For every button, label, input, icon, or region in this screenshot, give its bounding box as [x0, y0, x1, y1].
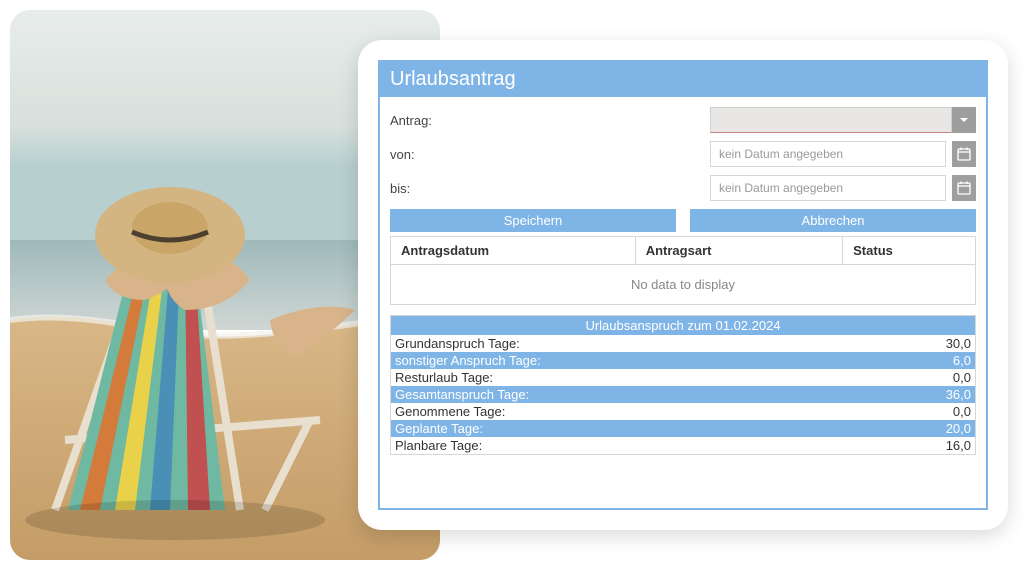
save-button[interactable]: Speichern — [390, 209, 676, 232]
grid-col-antragsdatum[interactable]: Antragsdatum — [391, 237, 636, 265]
von-row: von: kein Datum angegeben — [390, 141, 976, 167]
von-calendar-button[interactable] — [952, 141, 976, 167]
antrag-row: Antrag: — [390, 107, 976, 133]
summary-row: Grundanspruch Tage:30,0 — [391, 335, 975, 352]
summary-row: Resturlaub Tage:0,0 — [391, 369, 975, 386]
grid-empty-message: No data to display — [391, 265, 975, 304]
cancel-button[interactable]: Abbrechen — [690, 209, 976, 232]
antrag-select[interactable] — [710, 107, 952, 133]
bis-row: bis: kein Datum angegeben — [390, 175, 976, 201]
grid-col-antragsart[interactable]: Antragsart — [636, 237, 843, 265]
requests-grid: Antragsdatum Antragsart Status No data t… — [390, 236, 976, 305]
antrag-dropdown-button[interactable] — [952, 107, 976, 133]
summary-row: Planbare Tage:16,0 — [391, 437, 975, 454]
summary-row: Genommene Tage:0,0 — [391, 403, 975, 420]
summary-table: Grundanspruch Tage:30,0 sonstiger Anspru… — [390, 335, 976, 455]
von-date-input[interactable]: kein Datum angegeben — [710, 141, 946, 167]
summary-row: Gesamtanspruch Tage:36,0 — [391, 386, 975, 403]
summary-row: Geplante Tage:20,0 — [391, 420, 975, 437]
antrag-label: Antrag: — [390, 113, 710, 128]
bis-label: bis: — [390, 181, 710, 196]
summary-row: sonstiger Anspruch Tage:6,0 — [391, 352, 975, 369]
panel-title: Urlaubsantrag — [380, 62, 986, 97]
summary-title: Urlaubsanspruch zum 01.02.2024 — [390, 315, 976, 335]
bis-calendar-button[interactable] — [952, 175, 976, 201]
von-label: von: — [390, 147, 710, 162]
vacation-request-panel: Urlaubsantrag Antrag: von: kein Datum an… — [358, 40, 1008, 530]
bis-date-input[interactable]: kein Datum angegeben — [710, 175, 946, 201]
grid-col-status[interactable]: Status — [843, 237, 975, 265]
